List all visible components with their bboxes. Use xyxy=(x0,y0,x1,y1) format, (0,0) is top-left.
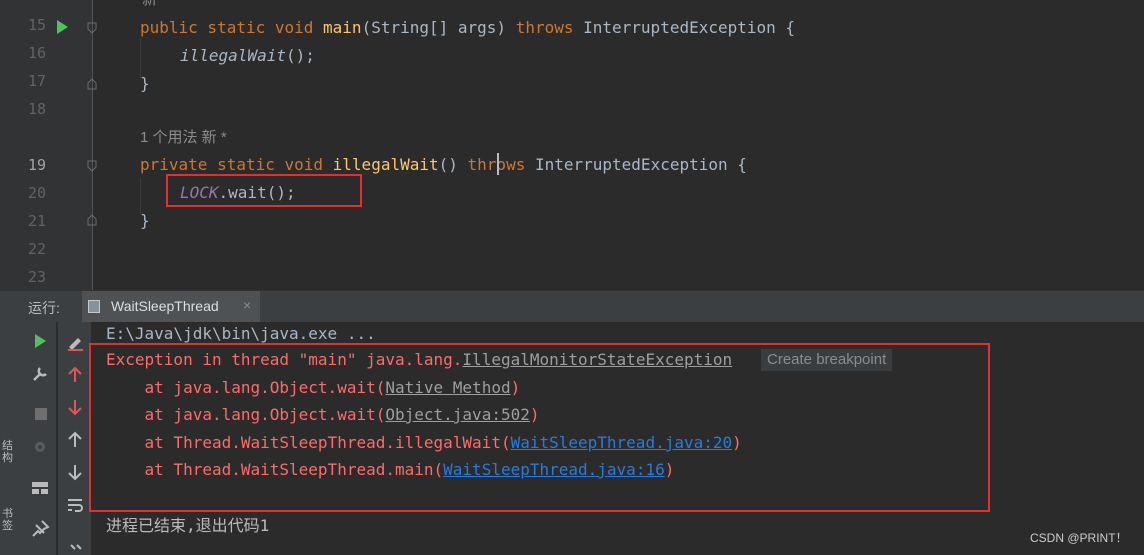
run-gutter-icon[interactable] xyxy=(57,20,68,34)
stop-icon[interactable] xyxy=(29,406,53,422)
line-number: 23 xyxy=(27,268,46,286)
text-caret xyxy=(497,153,499,175)
clear-console-icon[interactable] xyxy=(63,334,87,352)
line-number: 22 xyxy=(27,240,46,258)
close-icon[interactable]: × xyxy=(243,297,251,313)
code-line-15[interactable]: public static void main(String[] args) t… xyxy=(140,16,795,40)
scroll-up-icon[interactable] xyxy=(63,431,87,449)
wrench-icon[interactable] xyxy=(28,365,52,383)
fold-icon[interactable] xyxy=(87,160,97,172)
line-number: 15 xyxy=(27,16,46,34)
down-arrow-icon[interactable] xyxy=(63,398,87,416)
brace: } xyxy=(140,211,150,230)
highlight-box xyxy=(89,343,990,512)
keyword: throws xyxy=(515,18,584,37)
line-number: 17 xyxy=(27,72,46,90)
soft-wrap-icon[interactable] xyxy=(63,496,87,514)
tab-label[interactable]: WaitSleepThread xyxy=(111,298,219,314)
highlight-box xyxy=(166,174,362,207)
code-line-17[interactable]: } xyxy=(140,72,150,96)
type-name: InterruptedException xyxy=(534,155,738,174)
bookmarks-tab[interactable]: 书签 xyxy=(2,508,18,532)
fold-icon[interactable] xyxy=(87,22,97,34)
usage-hint[interactable]: 1 个用法 新 * xyxy=(140,126,227,147)
layout-icon[interactable] xyxy=(28,480,52,496)
method-call: illegalWait xyxy=(180,46,286,65)
brace: } xyxy=(140,74,150,93)
code-line-21[interactable]: } xyxy=(140,209,150,233)
line-number: 19 xyxy=(27,156,46,174)
run-toolbar xyxy=(22,322,56,555)
code-editor[interactable]: 新 15 16 17 18 19 20 21 22 23 public stat… xyxy=(0,0,1144,290)
keyword: throws xyxy=(467,155,535,174)
type-name: InterruptedException xyxy=(583,18,786,37)
structure-tab[interactable]: 结构 xyxy=(2,440,18,464)
keyword: public static void xyxy=(140,18,324,37)
code-text: () xyxy=(438,155,468,174)
method-name: illegalWait xyxy=(332,155,439,174)
run-panel-label: 运行: xyxy=(28,300,60,316)
code-text: (String[] args) xyxy=(361,18,516,37)
side-tool-stripe: 结构 书签 xyxy=(0,322,22,555)
brace: { xyxy=(785,18,796,37)
scroll-down-icon[interactable] xyxy=(63,463,87,481)
console-toolbar xyxy=(58,322,91,555)
usage-hint-partial: 新 xyxy=(142,0,162,9)
line-number: 20 xyxy=(27,184,46,202)
rerun-icon[interactable] xyxy=(28,332,52,350)
brace: { xyxy=(737,155,747,174)
more-icon[interactable] xyxy=(64,542,88,554)
code-line-16[interactable]: illegalWait(); xyxy=(180,44,315,68)
method-name: main xyxy=(323,18,362,37)
code-text: (); xyxy=(285,46,315,65)
fold-icon[interactable] xyxy=(87,78,97,90)
line-number: 21 xyxy=(27,212,46,230)
exit-message: 进程已结束,退出代码1 xyxy=(106,516,270,535)
keyword: private static void xyxy=(140,155,333,174)
line-number: 18 xyxy=(27,100,46,118)
up-arrow-icon[interactable] xyxy=(63,366,87,384)
pin-icon[interactable] xyxy=(28,520,52,538)
debug-settings-icon[interactable] xyxy=(28,438,52,456)
console-icon xyxy=(88,300,100,313)
line-number: 16 xyxy=(27,44,46,62)
run-panel-header: 运行: WaitSleepThread × xyxy=(0,290,1144,322)
gutter-separator xyxy=(92,0,93,290)
fold-icon[interactable] xyxy=(87,214,97,226)
watermark: CSDN @PRINT！ xyxy=(1030,531,1128,545)
